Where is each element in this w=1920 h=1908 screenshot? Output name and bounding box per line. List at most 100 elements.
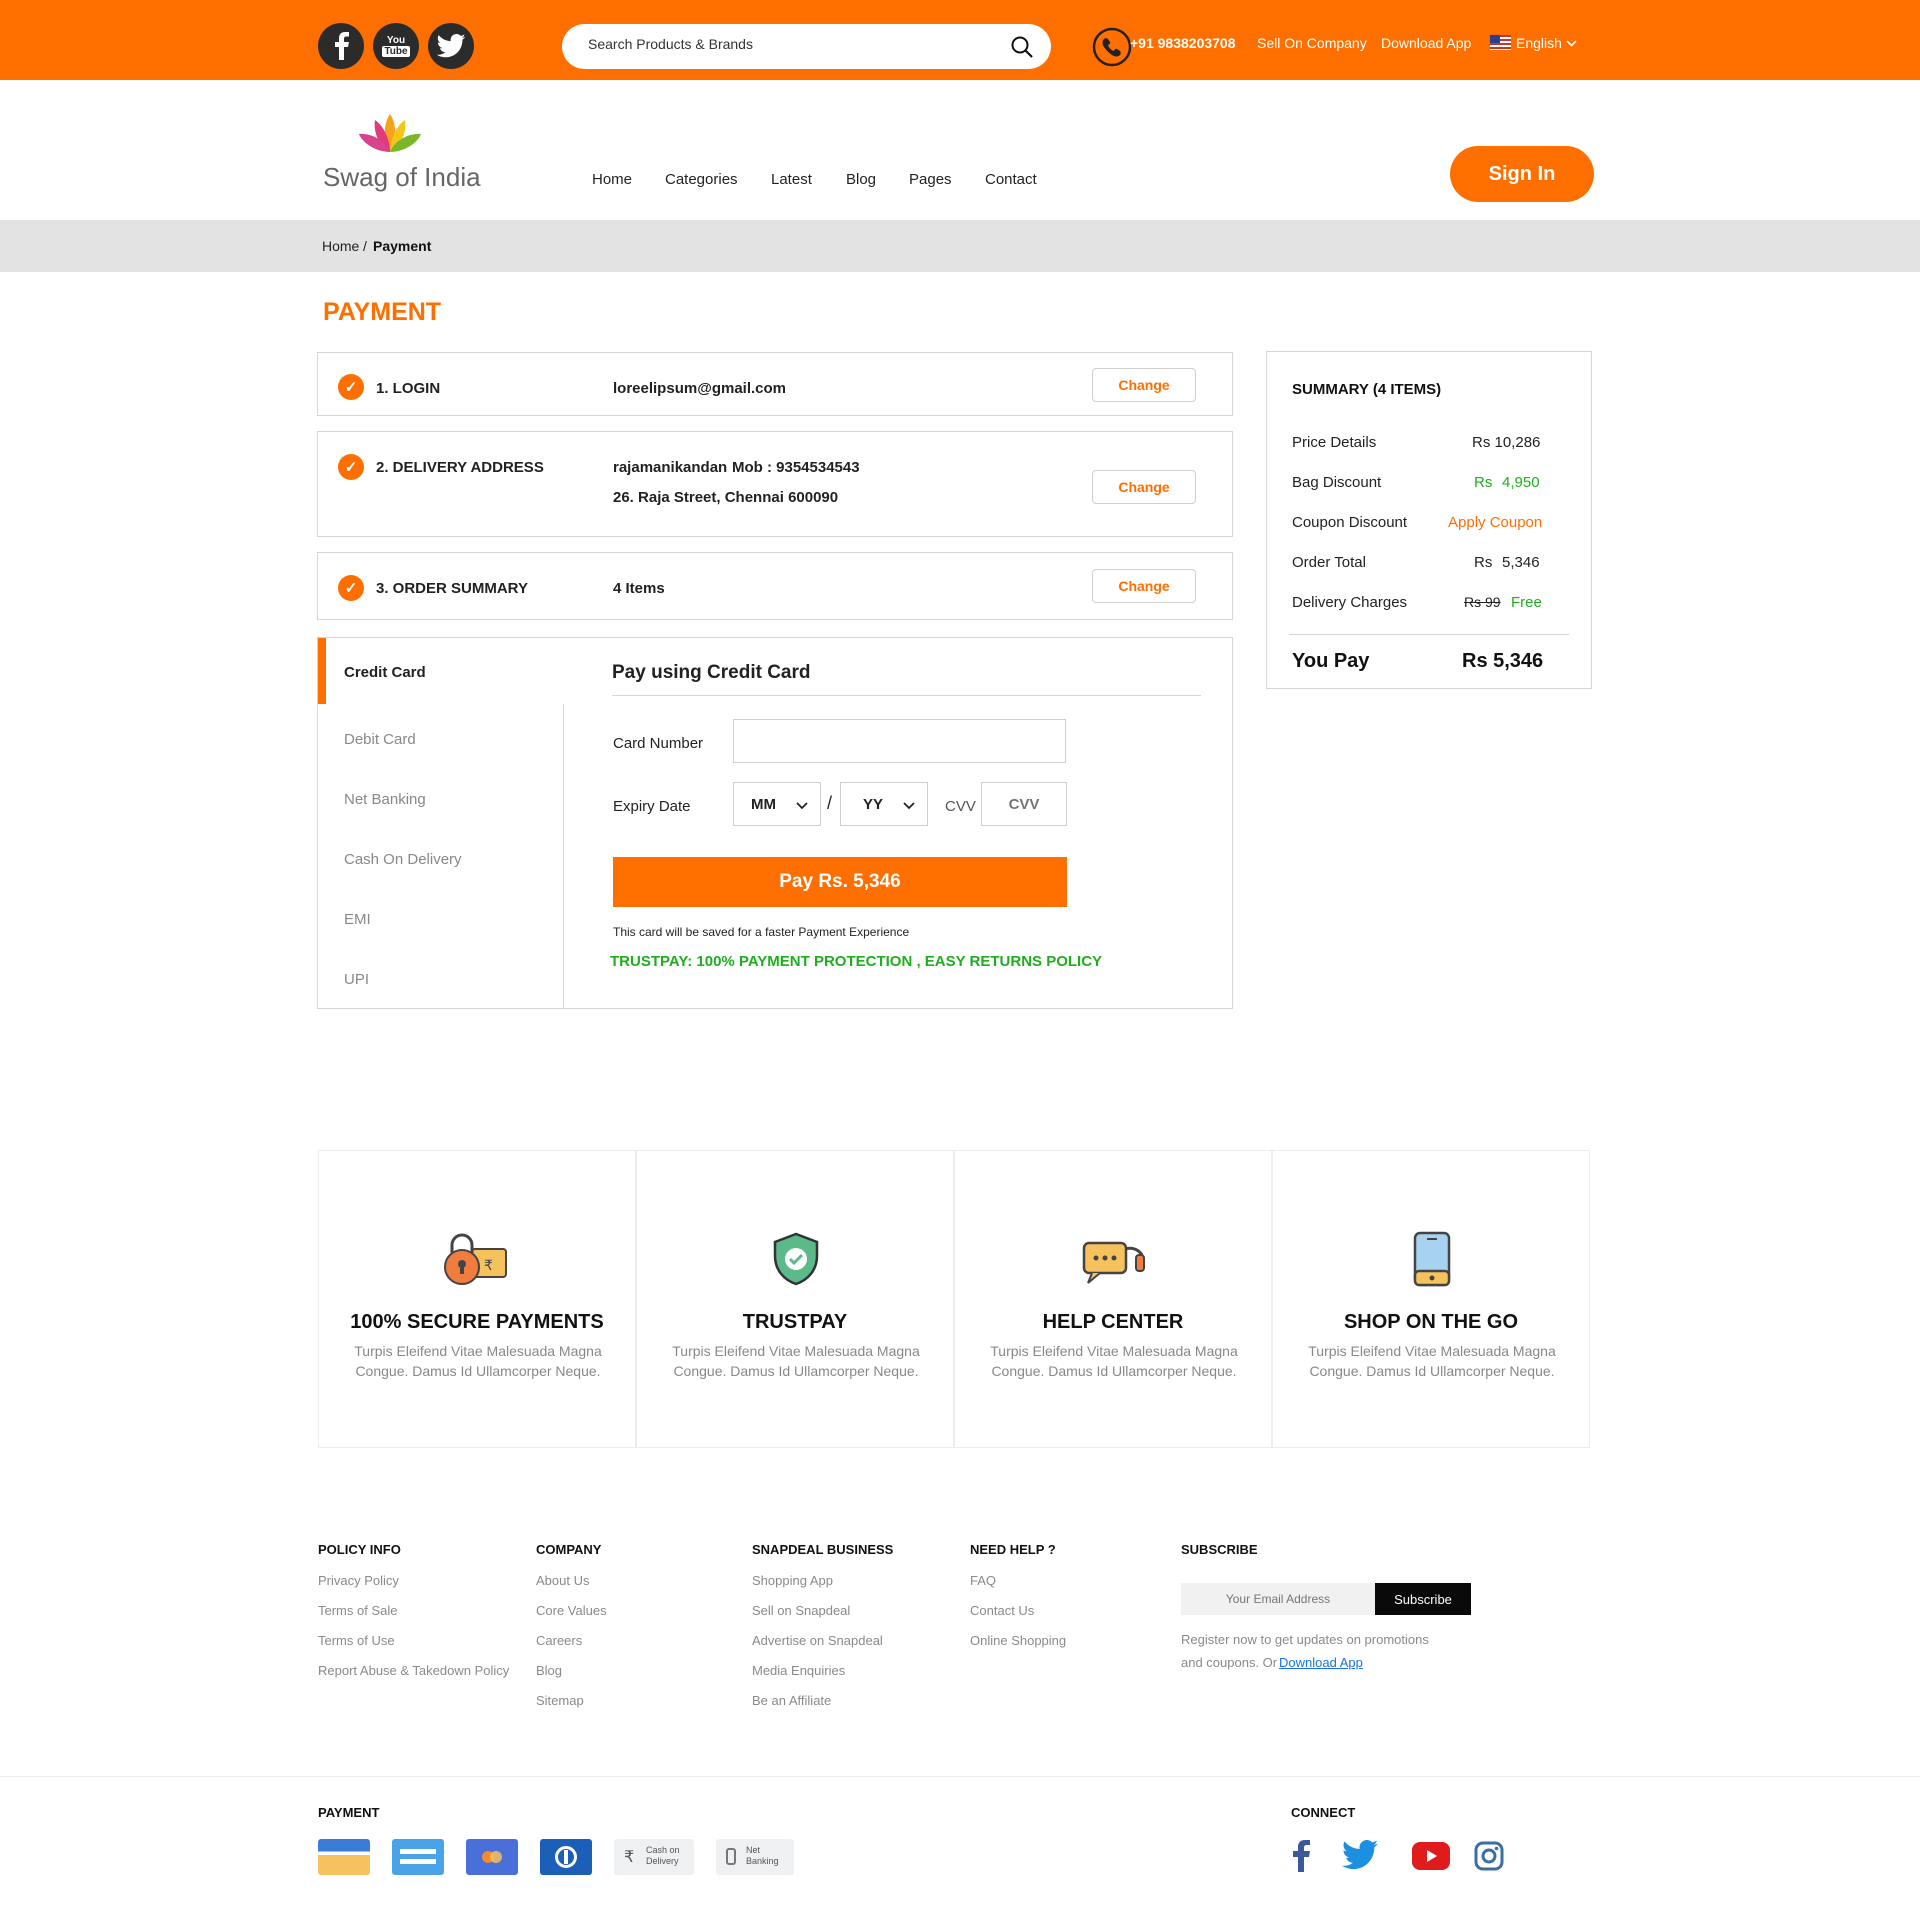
cvv-input[interactable] [981,782,1067,826]
tab-debit-card[interactable]: Debit Card [344,731,416,748]
footer-link[interactable]: Terms of Use [318,1633,395,1648]
visa-card-icon [318,1839,370,1875]
diners-card-icon [540,1839,592,1875]
tab-credit-card[interactable]: Credit Card [318,638,565,704]
breadcrumb: Home / Payment [0,220,1920,272]
search-input[interactable] [588,36,988,52]
us-flag-icon [1490,35,1511,50]
nav-latest[interactable]: Latest [771,171,812,188]
search-icon[interactable] [1010,35,1034,59]
breadcrumb-current: Payment [373,238,432,254]
netbank-label-1: Net [746,1845,761,1855]
change-address-button[interactable]: Change [1092,470,1196,504]
youtube-icon[interactable] [1412,1842,1450,1870]
footer-link[interactable]: Sell on Snapdeal [752,1603,850,1618]
language-selector[interactable]: English [1516,35,1562,51]
sign-in-button[interactable]: Sign In [1450,146,1594,202]
mobile-mini-icon [726,1848,736,1865]
tab-cash-on-delivery[interactable]: Cash On Delivery [344,851,462,868]
footer-link[interactable]: Be an Affiliate [752,1693,831,1708]
twitter-icon[interactable] [428,23,474,69]
footer-help-title: NEED HELP ? [970,1542,1056,1557]
footer-link[interactable]: FAQ [970,1573,996,1588]
cod-label-2: Delivery [646,1856,679,1866]
summary-divider [1289,634,1569,635]
footer-link[interactable]: About Us [536,1573,589,1588]
step-order-summary: ✓ 3. ORDER SUMMARY 4 Items Change [317,552,1233,620]
nav-pages[interactable]: Pages [909,171,952,188]
tab-emi[interactable]: EMI [344,911,371,928]
chevron-down-icon [796,802,808,810]
footer-link[interactable]: Blog [536,1663,562,1678]
footer-link[interactable]: Shopping App [752,1573,833,1588]
twitter-icon[interactable] [1342,1840,1378,1870]
footer-link[interactable]: Core Values [536,1603,607,1618]
svg-text:₹: ₹ [484,1258,493,1274]
price-details-value: Rs 10,286 [1472,434,1541,451]
save-card-note: This card will be saved for a faster Pay… [613,925,910,939]
order-items-count: 4 Items [613,580,665,597]
download-app-footer-link[interactable]: Download App [1279,1655,1363,1670]
mobile-phone-icon [1413,1231,1451,1287]
breadcrumb-home[interactable]: Home [322,238,359,254]
tab-upi[interactable]: UPI [344,971,369,988]
shield-check-icon [773,1232,819,1286]
footer-link[interactable]: Media Enquiries [752,1663,845,1678]
order-total-currency: Rs [1474,554,1493,571]
footer-link[interactable]: Terms of Sale [318,1603,397,1618]
footer-link[interactable]: Report Abuse & Takedown Policy [318,1663,509,1678]
mastercard-icon [466,1839,518,1875]
feature-title: TRUSTPAY [742,1311,848,1333]
subscribe-button[interactable]: Subscribe [1375,1583,1471,1615]
expiry-month-select[interactable]: MM [733,782,821,826]
brand-logo[interactable]: Swag of India [320,104,481,194]
footer-link[interactable]: Careers [536,1633,582,1648]
footer-divider [0,1776,1920,1777]
you-pay-label: You Pay [1292,650,1370,672]
trustpay-note: TRUSTPAY: 100% PAYMENT PROTECTION , EASY… [610,953,1103,970]
bag-discount-currency: Rs [1474,474,1493,491]
feature-title: 100% SECURE PAYMENTS [350,1311,604,1333]
payment-heading: Pay using Credit Card [612,662,811,683]
bag-discount-value: 4,950 [1502,474,1540,491]
step-login-label: 1. LOGIN [376,380,441,397]
facebook-icon[interactable] [318,23,364,69]
footer-link[interactable]: Contact Us [970,1603,1034,1618]
card-number-label: Card Number [613,735,704,752]
step-order-label: 3. ORDER SUMMARY [376,580,528,597]
feature-text: Turpis Eleifend Vitae Malesuada Magna Co… [1308,1343,1556,1379]
nav-blog[interactable]: Blog [846,171,876,188]
pay-button[interactable]: Pay Rs. 5,346 [613,857,1067,907]
nav-contact[interactable]: Contact [985,171,1037,188]
chevron-down-icon[interactable] [1566,40,1577,48]
you-pay-value: Rs 5,346 [1462,650,1544,672]
footer-link[interactable]: Online Shopping [970,1633,1066,1648]
nav-categories[interactable]: Categories [665,171,738,188]
order-total-label: Order Total [1292,554,1366,571]
change-order-button[interactable]: Change [1092,569,1196,603]
nav-home[interactable]: Home [592,171,632,188]
change-login-button[interactable]: Change [1092,368,1196,402]
download-app-link[interactable]: Download App [1381,35,1471,51]
instagram-icon[interactable] [1474,1841,1504,1871]
footer-link[interactable]: Sitemap [536,1693,584,1708]
footer-link[interactable]: Privacy Policy [318,1573,399,1588]
footer-link[interactable]: Advertise on Snapdeal [752,1633,883,1648]
check-icon: ✓ [338,374,364,400]
sell-on-company-link[interactable]: Sell On Company [1257,35,1367,51]
apply-coupon-link[interactable]: Apply Coupon [1448,514,1542,531]
card-number-input[interactable] [733,719,1066,763]
facebook-icon[interactable] [1292,1840,1310,1872]
feature-text: Turpis Eleifend Vitae Malesuada Magna Co… [990,1343,1238,1379]
delivery-free: Free [1511,594,1542,611]
expiry-year-select[interactable]: YY [840,782,928,826]
subscribe-note: Register now to get updates on promotion… [1181,1632,1429,1647]
phone-number[interactable]: +91 9838203708 [1130,35,1236,51]
address-line: 26. Raja Street, Chennai 600090 [613,489,839,506]
coupon-discount-label: Coupon Discount [1292,514,1408,531]
subscribe-email-input[interactable] [1181,1583,1375,1615]
tab-net-banking[interactable]: Net Banking [344,791,426,808]
youtube-icon[interactable]: You Tube [373,23,419,69]
headset-chat-icon [1082,1241,1145,1284]
feature-shop-on-the-go: SHOP ON THE GO Turpis Eleifend Vitae Mal… [1272,1150,1590,1448]
